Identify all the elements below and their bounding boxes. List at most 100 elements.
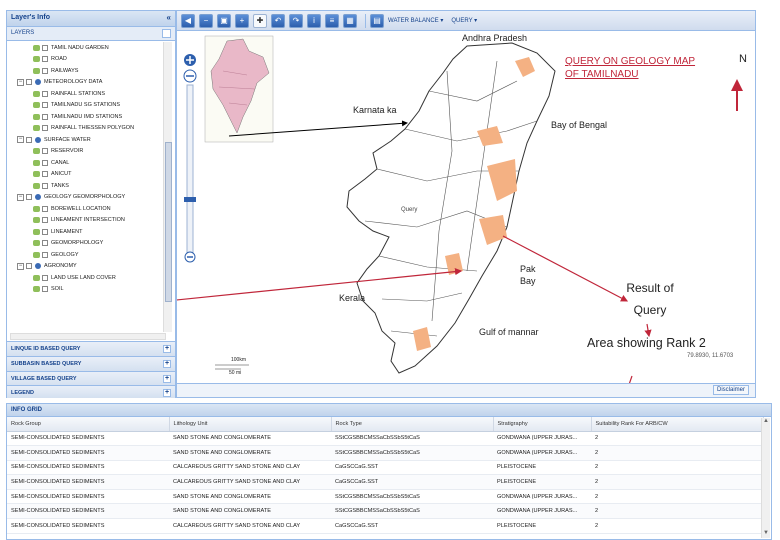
layer-checkbox[interactable] xyxy=(42,102,48,109)
expand-plus-icon[interactable]: + xyxy=(163,360,171,368)
layer-item[interactable]: TAMILNADU IMD STATIONS xyxy=(7,111,165,123)
column-header[interactable]: Stratigraphy xyxy=(493,417,592,432)
layer-item[interactable]: RAINFALL STATIONS xyxy=(7,88,165,100)
layer-checkbox[interactable] xyxy=(26,79,32,86)
zoom-out-icon[interactable]: − xyxy=(199,13,213,28)
column-header[interactable]: Suitability Rank For ARB/CW xyxy=(591,417,764,432)
disclaimer-button[interactable]: Disclaimer xyxy=(712,385,749,395)
print-icon[interactable]: ▦ xyxy=(343,13,357,28)
layer-checkbox[interactable] xyxy=(26,136,32,143)
layer-item[interactable]: RAILWAYS xyxy=(7,65,165,77)
layer-item[interactable]: LAND USE LAND COVER xyxy=(7,272,165,284)
layer-checkbox[interactable] xyxy=(42,159,48,166)
layer-item[interactable]: TANKS xyxy=(7,180,165,192)
table-row[interactable]: SEMI-CONSOLIDATED SEDIMENTS CALCAREOUS GR… xyxy=(7,474,763,490)
collapse-minus-icon[interactable]: − xyxy=(17,78,24,86)
collapse-minus-icon[interactable]: − xyxy=(17,136,24,144)
pan-icon[interactable]: ✚ xyxy=(253,13,267,28)
scroll-down-icon[interactable]: ▼ xyxy=(762,530,770,538)
expand-plus-icon[interactable]: + xyxy=(163,389,171,397)
layer-checkbox[interactable] xyxy=(42,148,48,155)
column-header[interactable]: Rock Type xyxy=(331,417,494,432)
next-extent-icon[interactable]: ↷ xyxy=(289,13,303,28)
layer-icon xyxy=(33,90,40,97)
table-row[interactable]: SEMI-CONSOLIDATED SEDIMENTS SAND STONE AN… xyxy=(7,503,763,520)
layer-checkbox[interactable] xyxy=(42,113,48,120)
layer-item[interactable]: LINEAMENT INTERSECTION xyxy=(7,215,165,227)
layer-checkbox[interactable] xyxy=(26,194,32,201)
layer-checkbox[interactable] xyxy=(42,217,48,224)
accordion-linque-query[interactable]: LINQUE ID BASED QUERY + xyxy=(7,341,175,356)
layer-group[interactable]: − GEOLOGY GEOMORPHOLOGY xyxy=(7,192,165,204)
column-header[interactable]: Lithology Unit xyxy=(169,417,332,432)
zoom-extent-icon[interactable]: ▣ xyxy=(217,13,231,28)
layer-group[interactable]: − AGRONOMY xyxy=(7,261,165,273)
layer-item[interactable]: LINEAMENT xyxy=(7,226,165,238)
layer-checkbox[interactable] xyxy=(42,240,48,247)
layer-label: BOREWELL LOCATION xyxy=(51,205,111,212)
scroll-thumb[interactable] xyxy=(165,142,172,302)
map-canvas[interactable]: Andhra Pradesh Karnata ka Kerala Bay of … xyxy=(177,31,755,397)
layer-checkbox[interactable] xyxy=(42,44,48,51)
zoom-slider[interactable] xyxy=(181,53,199,263)
column-header[interactable]: Rock Group xyxy=(7,417,170,432)
table-row[interactable]: SEMI-CONSOLIDATED SEDIMENTS CALCAREOUS GR… xyxy=(7,518,763,534)
layer-checkbox[interactable] xyxy=(42,56,48,63)
water-balance-menu[interactable]: WATER BALANCE ▾ xyxy=(388,17,443,24)
layer-checkbox[interactable] xyxy=(42,182,48,189)
layer-checkbox[interactable] xyxy=(42,228,48,235)
layer-item[interactable]: SOIL xyxy=(7,284,165,296)
layer-tree: TAMIL NADU GARDEN ROAD RAILWAYS − METEOROLOG… xyxy=(7,42,165,332)
collapse-minus-icon[interactable]: − xyxy=(17,193,24,201)
layer-item[interactable]: GEOLOGY xyxy=(7,249,165,261)
minimize-icon[interactable] xyxy=(162,29,171,38)
layer-checkbox[interactable] xyxy=(42,125,48,132)
pan-left-icon[interactable]: ◀ xyxy=(181,13,195,28)
collapse-panel-icon[interactable]: « xyxy=(167,13,171,22)
layer-checkbox[interactable] xyxy=(42,67,48,74)
identify-icon[interactable]: i xyxy=(307,13,321,28)
collapse-minus-icon[interactable]: − xyxy=(17,262,24,270)
layers-section-header[interactable]: LAYERS xyxy=(7,27,175,41)
layer-item[interactable]: ANICUT xyxy=(7,169,165,181)
layer-tree-scrollbar[interactable] xyxy=(163,42,172,332)
accordion-subbasin-query[interactable]: SUBBASIN BASED QUERY + xyxy=(7,356,175,371)
layer-item[interactable]: GEOMORPHOLOGY xyxy=(7,238,165,250)
table-cell: SStCGSBBCMSSaCbSSbS5tCaS xyxy=(331,489,493,505)
table-row[interactable]: SEMI-CONSOLIDATED SEDIMENTS CALCAREOUS GR… xyxy=(7,460,763,476)
label-andhra-pradesh: Andhra Pradesh xyxy=(462,33,528,43)
measure-icon[interactable]: ≡ xyxy=(325,13,339,28)
previous-extent-icon[interactable]: ↶ xyxy=(271,13,285,28)
zoom-in-icon[interactable]: + xyxy=(235,13,249,28)
layer-checkbox[interactable] xyxy=(42,90,48,97)
layer-checkbox[interactable] xyxy=(42,251,48,258)
layer-tree-hscrollbar[interactable] xyxy=(10,333,166,340)
table-row[interactable]: SEMI-CONSOLIDATED SEDIMENTS SAND STONE AN… xyxy=(7,431,763,447)
layer-icon xyxy=(33,159,40,166)
info-grid-scrollbar[interactable]: ▲ ▼ xyxy=(761,418,770,538)
accordion-village-query[interactable]: VILLAGE BASED QUERY + xyxy=(7,371,175,386)
layer-item[interactable]: RAINFALL THIESSEN POLYGON xyxy=(7,123,165,135)
layer-checkbox[interactable] xyxy=(42,274,48,281)
layer-checkbox[interactable] xyxy=(42,205,48,212)
layer-group[interactable]: − METEOROLOGY DATA xyxy=(7,77,165,89)
area-rank-label: Area showing Rank 2 xyxy=(587,336,706,350)
expand-plus-icon[interactable]: + xyxy=(163,345,171,353)
query-menu[interactable]: QUERY ▾ xyxy=(451,17,477,24)
layer-item[interactable]: RESERVOIR xyxy=(7,146,165,158)
expand-plus-icon[interactable]: + xyxy=(163,375,171,383)
layer-item[interactable]: BOREWELL LOCATION xyxy=(7,203,165,215)
table-row[interactable]: SEMI-CONSOLIDATED SEDIMENTS SAND STONE AN… xyxy=(7,489,763,505)
layer-checkbox[interactable] xyxy=(26,263,32,270)
layer-item[interactable]: TAMIL NADU GARDEN xyxy=(7,42,165,54)
chart-icon[interactable]: ▤ xyxy=(370,13,384,28)
table-row[interactable]: SEMI-CONSOLIDATED SEDIMENTS SAND STONE AN… xyxy=(7,445,763,461)
layer-item[interactable]: CANAL xyxy=(7,157,165,169)
layer-checkbox[interactable] xyxy=(42,286,48,293)
layer-item[interactable]: TAMILNADU SG STATIONS xyxy=(7,100,165,112)
accordion-legend[interactable]: LEGEND + xyxy=(7,385,175,398)
layer-checkbox[interactable] xyxy=(42,171,48,178)
layer-item[interactable]: ROAD xyxy=(7,54,165,66)
layer-group[interactable]: − SURFACE WATER xyxy=(7,134,165,146)
scroll-up-icon[interactable]: ▲ xyxy=(762,418,770,426)
